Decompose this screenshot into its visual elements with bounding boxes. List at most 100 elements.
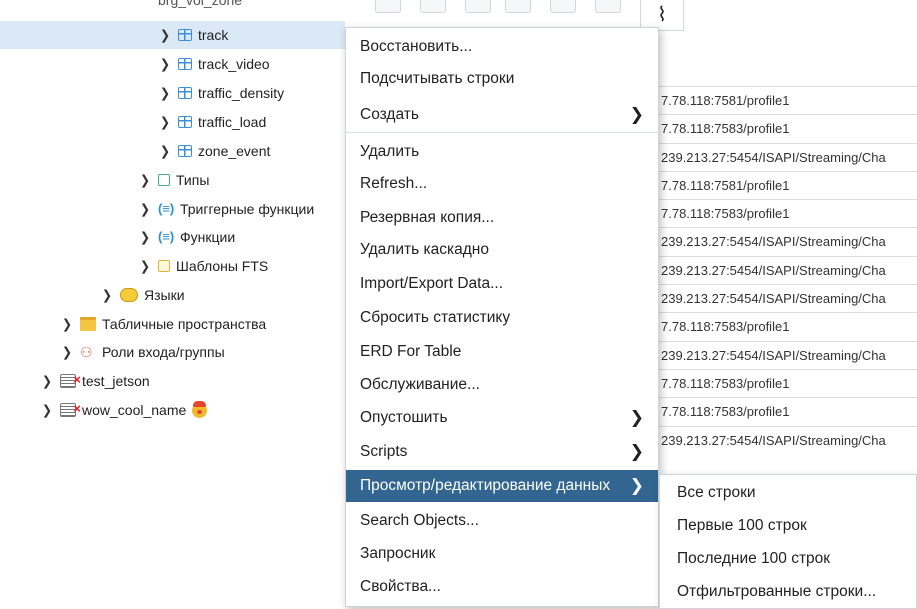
table-row[interactable]: 239.213.27:5454/ISAPI/Streaming/Cha — [655, 340, 917, 369]
chevron-right-icon[interactable]: ❯ — [100, 280, 114, 311]
menu-item-count-rows[interactable]: Подсчитывать строки — [346, 63, 658, 95]
table-row[interactable]: 239.213.27:5454/ISAPI/Streaming/Cha — [655, 255, 917, 284]
tree-item-track[interactable]: ❯ track — [0, 21, 345, 49]
clown-emoji-icon — [192, 400, 208, 418]
tree-item-label: zone_event — [198, 143, 271, 159]
menu-item-view-edit-data[interactable]: Просмотр/редактирование данных ❯ — [346, 470, 658, 502]
menu-item-erd[interactable]: ERD For Table — [346, 336, 658, 368]
menu-item-label: Восстановить... — [360, 38, 473, 55]
roles-icon: ⚇ — [80, 344, 93, 360]
menu-item-delete[interactable]: Удалить — [346, 136, 658, 168]
tree-item-label: Шаблоны FTS — [176, 258, 269, 274]
tree-item-zone-event[interactable]: ❯ zone_event — [158, 137, 270, 165]
delete-icon[interactable] — [505, 0, 531, 13]
tree-item-traffic-density[interactable]: ❯ traffic_density — [158, 79, 284, 107]
tree-item-types[interactable]: ❯ Типы — [138, 166, 209, 194]
paste-icon[interactable] — [465, 0, 491, 13]
tree-item-label: Триггерные функции — [180, 201, 315, 217]
tree-item-label: track — [198, 27, 229, 43]
tree-item-label: traffic_load — [198, 114, 267, 130]
chevron-right-icon[interactable]: ❯ — [158, 20, 172, 51]
tree-item-tablespaces[interactable]: ❯ Табличные пространства — [60, 310, 266, 338]
table-icon — [178, 145, 192, 157]
menu-item-maintenance[interactable]: Обслуживание... — [346, 369, 658, 401]
download-icon[interactable] — [595, 0, 621, 13]
menu-item-reset-statistics[interactable]: Сбросить статистику — [346, 302, 658, 334]
submenu-item-all-rows[interactable]: Все строки — [660, 476, 916, 509]
menu-item-label: Scripts — [360, 443, 408, 460]
menu-item-delete-cascade[interactable]: Удалить каскадно — [346, 234, 658, 266]
menu-item-label: Запросник — [360, 545, 436, 562]
menu-item-backup[interactable]: Резервная копия... — [346, 202, 658, 234]
table-row[interactable]: 7.78.118:7581/profile1 — [655, 86, 917, 114]
tree-item-languages[interactable]: ❯ Языки — [100, 281, 185, 309]
table-row[interactable]: 7.78.118:7583/profile1 — [655, 312, 917, 340]
tree-item-trigger-functions[interactable]: ❯ (≡) Триггерные функции — [138, 195, 314, 223]
save-data-icon[interactable] — [550, 0, 576, 13]
tablespace-icon — [80, 317, 96, 331]
menu-item-label: ERD For Table — [360, 343, 462, 360]
tree-item-label: brg_vol_zone — [158, 0, 243, 8]
table-icon — [178, 58, 192, 70]
table-row[interactable]: 7.78.118:7583/profile1 — [655, 199, 917, 227]
tree-item-traffic-load[interactable]: ❯ traffic_load — [158, 108, 266, 136]
chevron-right-icon[interactable]: ❯ — [138, 194, 152, 225]
menu-item-query-tool[interactable]: Запросник — [346, 538, 658, 570]
chevron-right-icon[interactable]: ❯ — [138, 165, 152, 196]
tree-item-clipped[interactable]: brg_vol_zone — [158, 0, 242, 14]
chevron-right-icon: ❯ — [629, 105, 644, 124]
chevron-right-icon[interactable]: ❯ — [60, 337, 74, 368]
tree-item-label: Роли входа/группы — [102, 344, 225, 360]
menu-item-label: Просмотр/редактирование данных — [360, 477, 611, 494]
table-row[interactable]: 239.213.27:5454/ISAPI/Streaming/Cha — [655, 284, 917, 312]
menu-item-import-export[interactable]: Import/Export Data... — [346, 268, 658, 300]
chevron-right-icon[interactable]: ❯ — [158, 49, 172, 80]
chevron-right-icon[interactable]: ❯ — [138, 222, 152, 253]
menu-item-label: Удалить каскадно — [360, 241, 489, 258]
menu-item-refresh[interactable]: Refresh... — [346, 168, 658, 200]
tree-item-label: wow_cool_name — [82, 402, 187, 418]
menu-item-label: Import/Export Data... — [360, 275, 503, 292]
table-icon — [178, 116, 192, 128]
table-row[interactable]: 7.78.118:7583/profile1 — [655, 397, 917, 425]
table-row[interactable]: 7.78.118:7583/profile1 — [655, 114, 917, 142]
tree-item-track-video[interactable]: ❯ track_video — [158, 50, 270, 78]
menu-item-label: Сбросить статистику — [360, 309, 511, 326]
chevron-right-icon[interactable]: ❯ — [158, 78, 172, 109]
chevron-right-icon[interactable]: ❯ — [40, 366, 54, 397]
menu-item-search-objects[interactable]: Search Objects... — [346, 505, 658, 537]
tree-item-server-test-jetson[interactable]: ❯ test_jetson — [40, 366, 150, 397]
menu-item-truncate[interactable]: Опустошить ❯ — [346, 402, 658, 434]
menu-item-properties[interactable]: Свойства... — [346, 571, 658, 603]
chevron-right-icon[interactable]: ❯ — [40, 395, 54, 426]
chevron-right-icon: ❯ — [629, 408, 644, 427]
table-row[interactable]: 7.78.118:7583/profile1 — [655, 368, 917, 397]
table-row[interactable]: 239.213.27:5454/ISAPI/Streaming/Cha — [655, 142, 917, 171]
menu-item-create[interactable]: Создать ❯ — [346, 99, 658, 131]
tree-item-fts-templates[interactable]: ❯ Шаблоны FTS — [138, 252, 268, 280]
menu-item-label: Подсчитывать строки — [360, 70, 515, 87]
tree-item-login-roles[interactable]: ❯ ⚇ Роли входа/группы — [60, 338, 225, 366]
table-row[interactable]: 239.213.27:5454/ISAPI/Streaming/Cha — [655, 227, 917, 255]
chevron-right-icon[interactable]: ❯ — [158, 136, 172, 167]
menu-item-scripts[interactable]: Scripts ❯ — [346, 436, 658, 468]
tree-item-label: traffic_density — [198, 85, 285, 101]
chevron-right-icon[interactable]: ❯ — [158, 107, 172, 138]
tree-item-server-wow-cool-name[interactable]: ❯ wow_cool_name — [40, 395, 208, 426]
submenu-item-last-100-rows[interactable]: Последние 100 строк — [660, 542, 916, 575]
chevron-right-icon[interactable]: ❯ — [60, 309, 74, 340]
chevron-right-icon[interactable]: ❯ — [138, 251, 152, 282]
menu-item-restore[interactable]: Восстановить... — [346, 31, 658, 63]
table-row[interactable]: 7.78.118:7581/profile1 — [655, 170, 917, 199]
function-icon: (≡) — [158, 229, 175, 244]
copy-icon[interactable] — [420, 0, 446, 13]
table-row[interactable]: 239.213.27:5454/ISAPI/Streaming/Cha — [655, 425, 917, 454]
add-row-icon[interactable] — [375, 0, 401, 13]
tree-item-label: test_jetson — [82, 373, 150, 389]
submenu-item-first-100-rows[interactable]: Первые 100 строк — [660, 509, 916, 542]
menu-item-label: Опустошить — [360, 409, 448, 426]
submenu-item-filtered-rows[interactable]: Отфильтрованные строки... — [660, 575, 916, 608]
tree-item-label: Табличные пространства — [102, 316, 267, 332]
tree-item-functions[interactable]: ❯ (≡) Функции — [138, 223, 235, 251]
data-output-grid: 7.78.118:7581/profile1 7.78.118:7583/pro… — [655, 86, 917, 471]
